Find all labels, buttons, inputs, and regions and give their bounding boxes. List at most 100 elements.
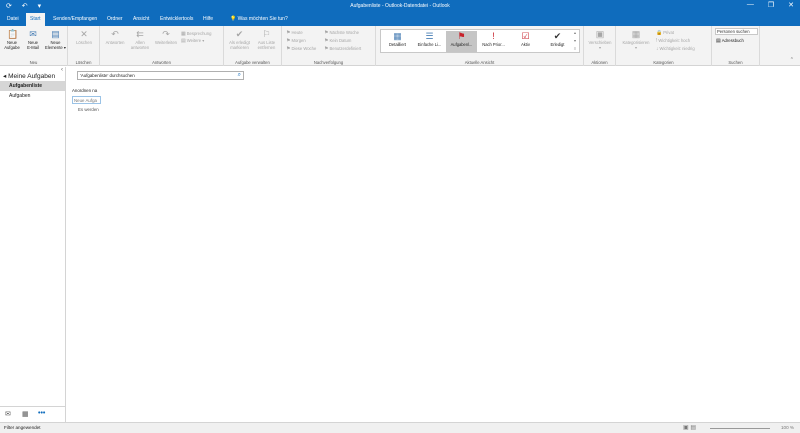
gallery-scroll[interactable]: ▴ ▾ ≡ [572,29,578,53]
view-prioritized[interactable]: ! Nach Prior... [478,31,509,52]
flag-icon: ⚑ [286,46,291,52]
empty-list-message: Es werden [78,107,99,112]
mark-complete-button[interactable]: ✔ Als erledigt markieren [226,29,253,50]
group-label: Aufgabe verwalten [235,60,270,65]
flag-tomorrow-button[interactable]: ⚑Morgen [286,38,306,44]
tab-ansicht[interactable]: Ansicht [129,13,153,26]
status-bar: Filter angewendet ▣ ▤ 100 % [0,422,800,433]
title-bar: ⟳ ↶ ▾ Aufgabenliste - Outlook-Datendatei… [0,0,800,13]
flag-icon: ⚑ [457,31,466,41]
meeting-icon: ▦ [181,31,186,37]
zoom-level[interactable]: 100 % [781,423,794,433]
collapse-ribbon-button[interactable]: ⌃ [790,57,794,63]
collapse-pane-icon[interactable]: ‹ [61,67,63,73]
private-button[interactable]: 🔒Privat [656,30,674,36]
tab-ordner[interactable]: Ordner [103,13,127,26]
window-controls: — ❐ ✕ [747,1,794,9]
view-gallery: ▦ Detailliert ☰ Einfache Li... ⚑ Aufgabe… [380,29,580,53]
reply-all-button[interactable]: ⇇ Allen antworten [128,29,152,50]
group-find: Personen suchen ▤Adressbuch Suchen [712,26,760,66]
new-task-button[interactable]: 📋 Neue Aufgabe [2,29,22,50]
forward-button[interactable]: ↷ Weiterleiten [152,29,180,45]
group-label: Aktuelle Ansicht [464,60,495,65]
group-manage-task: ✔ Als erledigt markieren ⚐ Aus Liste ent… [224,26,282,66]
view-buttons[interactable]: ▣ ▤ [683,423,696,433]
maximize-button[interactable]: ❐ [768,1,774,9]
tab-hilfe[interactable]: Hilfe [199,13,217,26]
view-completed[interactable]: ✔ Erledigt [542,31,573,52]
ribbon-tabs: Datei Start Senden/Empfangen Ordner Ansi… [0,13,800,26]
flag-custom-button[interactable]: ⚑Benutzerdefiniert [324,46,361,52]
minimize-button[interactable]: — [747,1,754,9]
exclamation-icon: ! [492,31,495,41]
arrow-down-icon: ↓ [656,46,659,52]
new-email-button[interactable]: ✉ Neue E-Mail [23,29,43,50]
low-importance-button[interactable]: ↓Wichtigkeit: niedrig [656,46,695,52]
tab-entwicklertools[interactable]: Entwicklertools [156,13,197,26]
flag-no-date-button[interactable]: ⚑Kein Datum [324,38,351,44]
forward-icon: ↷ [162,29,170,39]
move-button[interactable]: ▣ Verschieben ▾ [586,29,614,50]
reply-all-icon: ⇇ [136,29,144,39]
module-switcher: ✉ ▦ ••• [0,406,66,422]
checkmark-icon: ✔ [553,31,562,41]
more-icon: ▤ [181,38,186,44]
delete-button[interactable]: ✕ Löschen [72,29,96,45]
group-label: Aktionen [591,60,608,65]
arrange-by-header[interactable]: Anordnen na [72,88,102,93]
group-new: 📋 Neue Aufgabe ✉ Neue E-Mail ▤ Neue Elem… [0,26,68,66]
tab-start[interactable]: Start [26,13,45,26]
group-label: Nachverfolgung [313,60,344,65]
folder-group-header[interactable]: ◂ Meine Aufgaben [3,72,55,80]
lightbulb-icon: 💡 [230,16,238,22]
ribbon: 📋 Neue Aufgabe ✉ Neue E-Mail ▤ Neue Elem… [0,26,800,66]
tab-datei[interactable]: Datei [3,13,23,26]
mail-icon: ✉ [29,29,37,39]
flag-remove-icon: ⚐ [262,29,271,39]
sidebar-item-aufgabenliste[interactable]: Aufgabenliste [0,81,65,91]
new-items-button[interactable]: ▤ Neue Elemente ▾ [44,29,67,50]
view-detailed[interactable]: ▦ Detailliert [382,31,413,52]
categorize-button[interactable]: ▦ Kategorisieren ▾ [619,29,653,50]
lock-icon: 🔒 [656,30,663,36]
high-importance-button[interactable]: !Wichtigkeit: hoch [656,38,690,44]
view-to-do-list[interactable]: ⚑ Aufgabenl... [446,31,477,52]
view-active[interactable]: ☑ Aktiv [510,31,541,52]
close-button[interactable]: ✕ [788,1,794,9]
mail-icon[interactable]: ✉ [5,410,11,418]
zoom-slider[interactable] [710,428,770,429]
search-icon[interactable]: ⌕ [238,71,241,79]
group-respond: ↶ Antworten ⇇ Allen antworten ↷ Weiterle… [100,26,224,66]
tab-senden-empfangen[interactable]: Senden/Empfangen [49,13,101,26]
group-label: Neu [29,60,38,65]
items-icon: ▤ [51,29,60,39]
checkbox-icon: ☑ [521,31,530,41]
group-follow-up: ⚑Heute ⚑Morgen ⚑Diese Woche ⚑Nächste Woc… [282,26,376,66]
remove-from-list-button[interactable]: ⚐ Aus Liste entfernen [253,29,280,50]
simple-list-icon: ☰ [425,31,434,41]
categorize-icon: ▦ [631,29,641,39]
group-label: Kategorien [653,60,674,65]
find-people-input[interactable]: Personen suchen [715,28,758,35]
calendar-icon[interactable]: ▦ [22,410,29,418]
checkmark-icon: ✔ [235,29,244,39]
folder-pane: ‹ ◂ Meine Aufgaben Aufgabenliste Aufgabe… [0,67,66,422]
group-label: Löschen [75,60,92,65]
task-icon: 📋 [7,29,19,39]
tell-me-box[interactable]: 💡 Was möchten Sie tun? [226,13,292,26]
reply-button[interactable]: ↶ Antworten [102,29,128,45]
search-input[interactable]: 'Aufgabenliste' durchsuchen ⌕ [77,71,244,80]
group-actions: ▣ Verschieben ▾ Aktionen [584,26,616,66]
new-task-input[interactable]: Neue Aufga [72,96,101,104]
sidebar-item-aufgaben[interactable]: Aufgaben [0,91,65,101]
flag-this-week-button[interactable]: ⚑Diese Woche [286,46,316,52]
flag-icon: ⚑ [286,30,291,36]
meeting-button[interactable]: ▦Besprechung [181,31,211,37]
flag-today-button[interactable]: ⚑Heute [286,30,303,36]
more-button[interactable]: ▤Weitere ▾ [181,38,204,44]
view-simple-list[interactable]: ☰ Einfache Li... [414,31,445,52]
flag-next-week-button[interactable]: ⚑Nächste Woche [324,30,359,36]
address-book-button[interactable]: ▤Adressbuch [716,38,744,44]
delete-x-icon: ✕ [80,29,88,39]
more-icon[interactable]: ••• [38,410,45,417]
